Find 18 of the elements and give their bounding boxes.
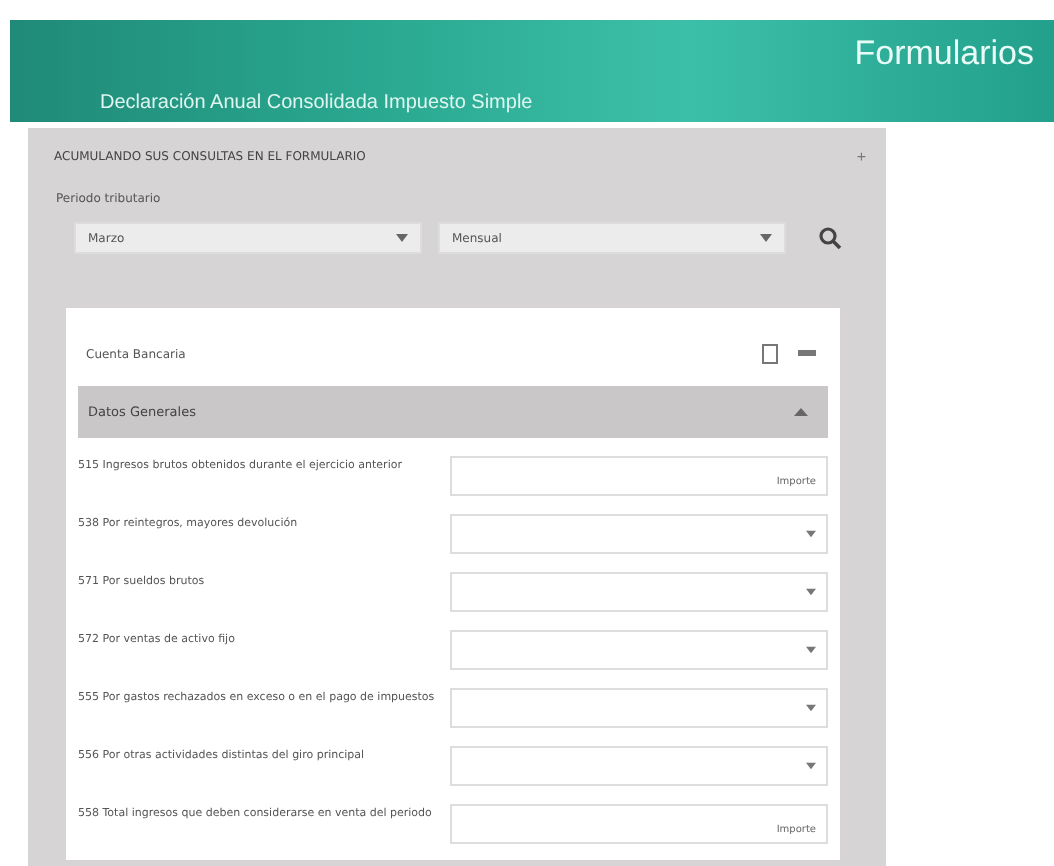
caret-icon [806,762,816,770]
dropdown[interactable] [450,746,828,786]
banner-title: Formularios [854,34,1034,74]
collapse-icon [794,408,808,416]
caret-icon [806,704,816,712]
banner-subtitle: Declaración Anual Consolidada Impuesto Simple [100,92,535,114]
caret-icon [806,646,816,654]
caret-icon [806,588,816,596]
caret-icon [760,234,772,242]
search-icon[interactable] [818,226,842,250]
dropdown[interactable] [450,572,828,612]
dropdown[interactable] [450,630,828,670]
minimize-icon[interactable] [798,350,816,358]
caret-icon [396,234,408,242]
document-icon[interactable] [762,344,778,364]
dropdown[interactable] [450,688,828,728]
caret-icon [806,530,816,538]
dropdown[interactable] [450,514,828,554]
